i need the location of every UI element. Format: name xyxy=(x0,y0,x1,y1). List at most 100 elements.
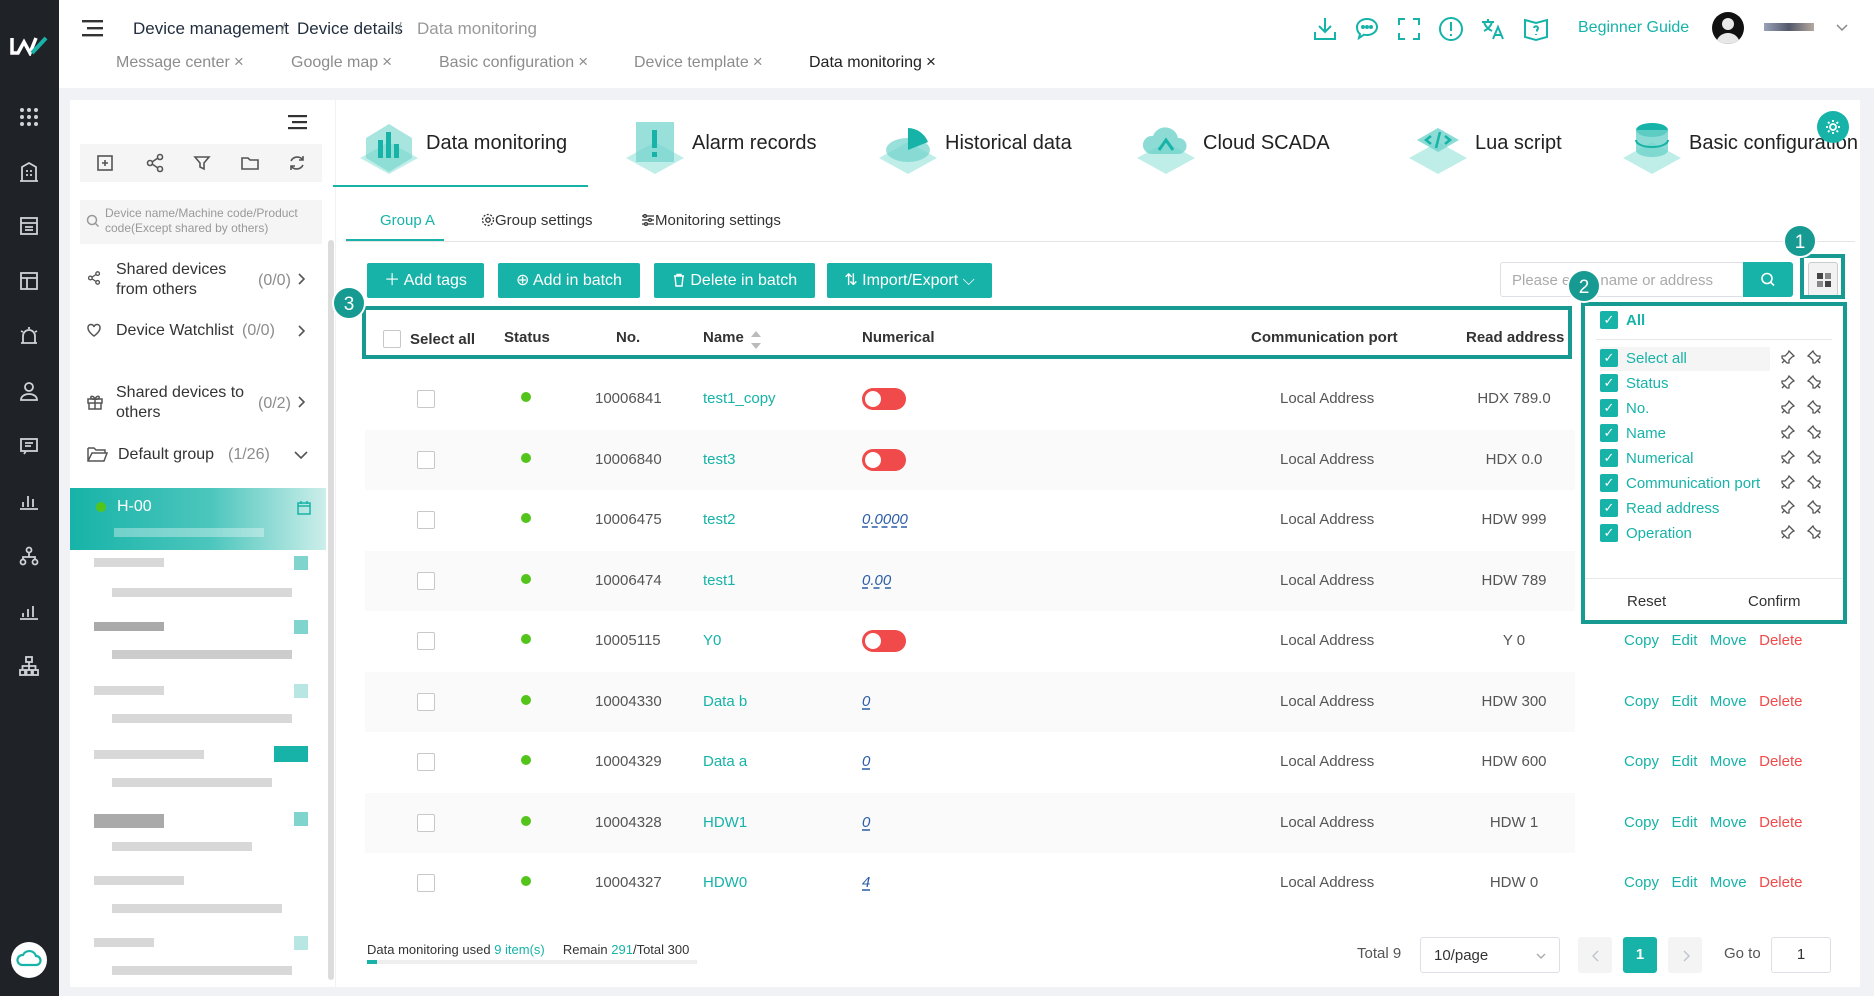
move-link[interactable]: Move xyxy=(1710,693,1747,710)
sidebar-item-shared-from[interactable]: Shared devices from others xyxy=(116,260,251,300)
value-toggle-switch[interactable] xyxy=(862,388,906,410)
tab-monitoring-settings[interactable]: Monitoring settings xyxy=(641,212,781,229)
delete-link[interactable]: Delete xyxy=(1759,693,1802,710)
copy-link[interactable]: Copy xyxy=(1624,753,1659,770)
fullscreen-icon[interactable] xyxy=(1394,14,1424,44)
row-name-link[interactable]: Data b xyxy=(703,693,747,710)
tab-basic-configuration[interactable]: Basic configuration × xyxy=(439,52,588,72)
search-button[interactable] xyxy=(1743,262,1793,297)
chevron-right-icon[interactable] xyxy=(296,395,308,409)
chevron-right-icon[interactable] xyxy=(296,324,308,338)
share-icon[interactable] xyxy=(144,152,168,176)
module-data-monitoring[interactable]: Data monitoring xyxy=(356,106,576,186)
breadcrumb-parent[interactable]: Device details xyxy=(297,19,403,39)
numerical-value[interactable]: 0 xyxy=(862,753,870,770)
row-name-link[interactable]: test1_copy xyxy=(703,390,776,407)
row-checkbox[interactable] xyxy=(417,390,435,408)
tab-group-settings[interactable]: Group settings xyxy=(481,212,593,229)
beginner-guide-link[interactable]: Beginner Guide xyxy=(1578,19,1689,37)
move-link[interactable]: Move xyxy=(1710,814,1747,831)
numerical-value[interactable]: 0.0000 xyxy=(862,511,908,528)
edit-link[interactable]: Edit xyxy=(1672,814,1698,831)
numerical-value[interactable]: 0.00 xyxy=(862,572,891,589)
import-export-button[interactable]: ⇅ Import/Export ⌵ xyxy=(827,263,992,298)
next-page-button[interactable] xyxy=(1668,937,1702,973)
row-checkbox[interactable] xyxy=(417,753,435,771)
folder-icon[interactable] xyxy=(239,152,263,176)
row-name-link[interactable]: HDW0 xyxy=(703,874,747,891)
copy-link[interactable]: Copy xyxy=(1624,632,1659,649)
page-number-current[interactable]: 1 xyxy=(1623,937,1657,973)
numerical-value[interactable]: 0 xyxy=(862,814,870,831)
user-icon[interactable] xyxy=(18,380,40,402)
row-name-link[interactable]: test2 xyxy=(703,511,736,528)
device-item-active[interactable]: H-00 xyxy=(70,488,326,550)
add-in-batch-button[interactable]: ⊕ Add in batch xyxy=(498,263,640,298)
list-panel-icon[interactable] xyxy=(18,215,40,237)
row-name-link[interactable]: Data a xyxy=(703,753,747,770)
close-icon[interactable]: × xyxy=(578,52,588,71)
sidebar-item-shared-to[interactable]: Shared devices to others xyxy=(116,383,251,423)
tab-data-monitoring[interactable]: Data monitoring × xyxy=(809,52,936,72)
layout-icon[interactable] xyxy=(18,270,40,292)
row-name-link[interactable]: Y0 xyxy=(703,632,721,649)
cloud-button[interactable] xyxy=(11,942,47,978)
chevron-down-icon[interactable] xyxy=(1835,22,1849,32)
module-historical-data[interactable]: Historical data xyxy=(875,106,1075,186)
calendar-icon[interactable] xyxy=(296,500,312,516)
sidebar-scrollbar[interactable] xyxy=(328,240,334,980)
close-icon[interactable]: × xyxy=(234,52,244,71)
delete-link[interactable]: Delete xyxy=(1759,753,1802,770)
network-icon[interactable] xyxy=(18,655,40,677)
close-icon[interactable]: × xyxy=(753,52,763,71)
value-toggle-switch[interactable] xyxy=(862,630,906,652)
numerical-value[interactable]: 4 xyxy=(862,874,870,891)
module-lua-script[interactable]: Lua script xyxy=(1405,106,1585,186)
statistics-icon[interactable] xyxy=(18,600,40,622)
row-checkbox[interactable] xyxy=(417,632,435,650)
delete-link[interactable]: Delete xyxy=(1759,814,1802,831)
hierarchy-icon[interactable] xyxy=(18,545,40,567)
add-tags-button[interactable]: ＋ Add tags xyxy=(367,263,484,298)
value-toggle-switch[interactable] xyxy=(862,449,906,471)
edit-link[interactable]: Edit xyxy=(1672,693,1698,710)
sidebar-item-watchlist[interactable]: Device Watchlist xyxy=(116,321,234,341)
prev-page-button[interactable] xyxy=(1578,937,1612,973)
alarm-icon[interactable] xyxy=(18,325,40,347)
refresh-icon[interactable] xyxy=(286,152,310,176)
tab-device-template[interactable]: Device template × xyxy=(634,52,763,72)
move-link[interactable]: Move xyxy=(1710,874,1747,891)
help-book-icon[interactable] xyxy=(1521,14,1551,44)
breadcrumb-root[interactable]: Device management xyxy=(133,19,289,39)
copy-link[interactable]: Copy xyxy=(1624,814,1659,831)
translate-icon[interactable] xyxy=(1478,14,1508,44)
tab-message-center[interactable]: Message center × xyxy=(116,52,244,72)
avatar[interactable] xyxy=(1712,12,1744,44)
message-icon[interactable] xyxy=(18,435,40,457)
page-size-select[interactable]: 10/page xyxy=(1420,937,1560,973)
copy-link[interactable]: Copy xyxy=(1624,874,1659,891)
edit-link[interactable]: Edit xyxy=(1672,753,1698,770)
chat-icon[interactable] xyxy=(1352,14,1382,44)
delete-in-batch-button[interactable]: Delete in batch xyxy=(654,263,815,298)
app-logo[interactable] xyxy=(10,34,50,58)
tab-google-map[interactable]: Google map × xyxy=(291,52,392,72)
info-icon[interactable] xyxy=(1436,14,1466,44)
bar-chart-icon[interactable] xyxy=(18,490,40,512)
edit-link[interactable]: Edit xyxy=(1672,874,1698,891)
close-icon[interactable]: × xyxy=(382,52,392,71)
module-alarm-records[interactable]: Alarm records xyxy=(622,106,822,186)
chevron-right-icon[interactable] xyxy=(296,272,308,286)
sidebar-item-default-group[interactable]: Default group xyxy=(118,445,214,465)
row-checkbox[interactable] xyxy=(417,511,435,529)
row-checkbox[interactable] xyxy=(417,874,435,892)
filter-icon[interactable] xyxy=(191,152,215,176)
copy-link[interactable]: Copy xyxy=(1624,693,1659,710)
menu-toggle-icon[interactable] xyxy=(82,18,104,38)
edit-link[interactable]: Edit xyxy=(1672,632,1698,649)
tab-group-a[interactable]: Group A xyxy=(380,212,435,229)
row-name-link[interactable]: HDW1 xyxy=(703,814,747,831)
collapse-menu-icon[interactable] xyxy=(288,114,308,130)
module-cloud-scada[interactable]: Cloud SCADA xyxy=(1133,106,1333,186)
tag-search-input[interactable]: Please enter name or address xyxy=(1500,262,1744,297)
